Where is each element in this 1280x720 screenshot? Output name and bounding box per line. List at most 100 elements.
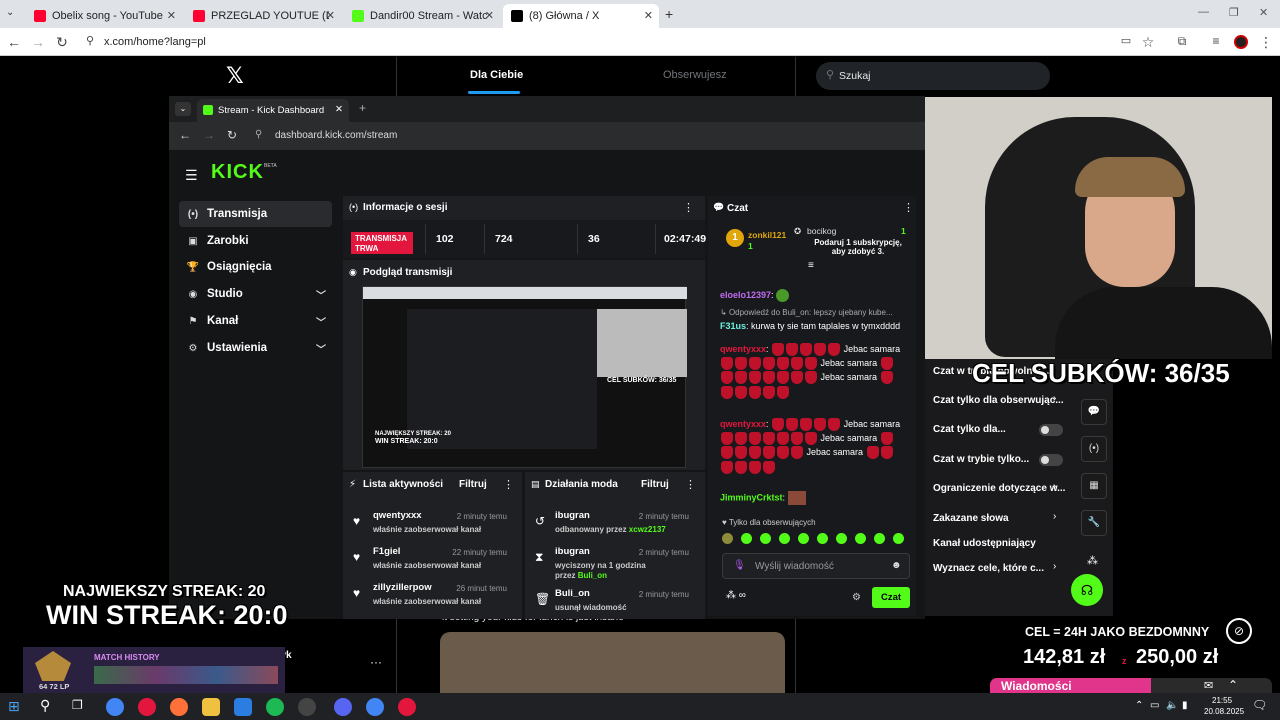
- menu-account-age[interactable]: Ograniczenie dotyczące w...: [933, 483, 1069, 494]
- site-info-icon[interactable]: ⚲: [82, 34, 98, 47]
- top-gifter-name[interactable]: zonkil121: [748, 230, 786, 240]
- cast-icon[interactable]: ▭: [1118, 34, 1134, 47]
- stream-preview-video[interactable]: CEL SUBKÓW: 36/35 NAJWIĘKSZY STREAK: 20 …: [362, 286, 687, 468]
- menu-followers-only[interactable]: Czat tylko dla obserwując...: [933, 395, 1069, 406]
- hamburger-menu-icon[interactable]: ☰: [185, 167, 198, 184]
- emote-bar[interactable]: [722, 531, 908, 547]
- chat-username[interactable]: qwentyxxx: [720, 419, 766, 429]
- filter-button[interactable]: Filtruj: [641, 479, 669, 490]
- inbox-icon[interactable]: ✉: [1204, 679, 1213, 692]
- site-info-icon[interactable]: ⚲: [255, 129, 262, 140]
- chat-message[interactable]: qwentyxxx: Jebac samara Jebac samara Jeb…: [720, 417, 906, 474]
- inner-tab-kick[interactable]: Stream - Kick Dashboard ✕: [197, 99, 349, 122]
- mod-item[interactable]: ↺ ibugran odbanowany przez xcwz2137 2 mi…: [525, 508, 695, 544]
- close-icon[interactable]: ✕: [335, 104, 343, 115]
- chat-reply-context[interactable]: ↳ Odpowiedź do Buli_on: lepszy ujebany k…: [720, 307, 893, 319]
- chat-message[interactable]: JimminyCrktst:: [720, 491, 806, 505]
- outer-tab-kick[interactable]: Dandir00 Stream - Watch Live ✕: [344, 4, 500, 28]
- volume-icon[interactable]: 🔈: [1166, 700, 1178, 711]
- emote-icon[interactable]: [874, 533, 885, 544]
- layout-icon[interactable]: ▦: [1081, 473, 1107, 499]
- chat-username[interactable]: F31us: [720, 321, 746, 331]
- chrome-profile-icon[interactable]: [398, 698, 416, 716]
- mod-by[interactable]: xcwz2137: [629, 525, 666, 534]
- mod-item[interactable]: ⧗ ibugran wyciszony na 1 godzina przez B…: [525, 544, 695, 580]
- clock-time[interactable]: 21:55: [1212, 696, 1232, 705]
- expand-up-icon[interactable]: ⌃: [1228, 678, 1238, 692]
- window-close-icon[interactable]: ✕: [1259, 6, 1268, 19]
- more-options-icon[interactable]: ⋮: [503, 478, 514, 491]
- subscribers-only-toggle[interactable]: [1039, 424, 1063, 436]
- chat-message[interactable]: qwentyxxx: Jebac samara Jebac samara Jeb…: [720, 342, 906, 399]
- mod-item[interactable]: 🗑 Buli_on usunął wiadomość 2 minuty temu: [525, 586, 695, 622]
- search-icon[interactable]: ⚲: [40, 697, 50, 714]
- profile-avatar[interactable]: [1234, 35, 1248, 49]
- menu-banned-words[interactable]: Zakazane słowa: [933, 513, 1069, 524]
- post-image[interactable]: [440, 632, 785, 693]
- nav-kanal[interactable]: ⚑ Kanał ﹀: [179, 308, 332, 334]
- nav-ustawienia[interactable]: ⚙ Ustawienia ﹀: [179, 335, 332, 361]
- chat-message[interactable]: eloelo12397:: [720, 289, 790, 303]
- tab-following[interactable]: Obserwujesz: [663, 69, 727, 81]
- x-logo-icon[interactable]: 𝕏: [226, 63, 244, 89]
- url-field[interactable]: x.com/home?lang=pl: [104, 36, 206, 48]
- activity-item[interactable]: ♥ zillyzillerpow właśnie zaobserwował ka…: [343, 580, 513, 616]
- close-icon[interactable]: ✕: [167, 9, 176, 22]
- windows-start-icon[interactable]: ⊞: [8, 698, 20, 715]
- emote-icon[interactable]: [893, 533, 904, 544]
- chat-username[interactable]: eloelo12397: [720, 290, 771, 300]
- close-icon[interactable]: ✕: [644, 9, 653, 22]
- emote-only-toggle[interactable]: [1039, 454, 1063, 466]
- broadcast-icon[interactable]: (•): [1081, 436, 1107, 462]
- chat-bubble-icon[interactable]: 💬: [1081, 399, 1107, 425]
- chrome-icon[interactable]: [366, 698, 384, 716]
- chat-input[interactable]: 🎙 Wyślij wiadomość ☻: [722, 553, 910, 579]
- emote-icon[interactable]: [741, 533, 752, 544]
- file-explorer-icon[interactable]: [202, 698, 220, 716]
- task-view-icon[interactable]: ❐: [72, 698, 83, 712]
- new-tab-button[interactable]: +: [359, 101, 366, 115]
- emote-icon[interactable]: [836, 533, 847, 544]
- gear-icon[interactable]: ⚙: [852, 592, 861, 603]
- bookmark-star-icon[interactable]: ☆: [1140, 34, 1156, 51]
- kick-logo[interactable]: KICK: [211, 161, 264, 184]
- nav-zarobki[interactable]: ▣ Zarobki: [179, 228, 332, 254]
- firefox-icon[interactable]: [170, 698, 188, 716]
- menu-dots-icon[interactable]: ⋮: [1258, 34, 1274, 51]
- nav-studio[interactable]: ◉ Studio ﹀: [179, 281, 332, 307]
- chrome-icon[interactable]: [106, 698, 124, 716]
- reload-icon[interactable]: ↻: [227, 128, 237, 142]
- forward-icon[interactable]: →: [30, 34, 46, 50]
- chat-username[interactable]: qwentyxxx: [720, 344, 766, 354]
- tab-list-chevron-icon[interactable]: ⌄: [175, 102, 191, 116]
- forward-icon[interactable]: →: [203, 128, 215, 142]
- emote-icon[interactable]: [760, 533, 771, 544]
- filter-lines-icon[interactable]: ≡: [808, 260, 814, 271]
- more-options-icon[interactable]: ⋮: [685, 478, 696, 491]
- store-icon[interactable]: [234, 698, 252, 716]
- points-icon[interactable]: ⁂ ∞: [726, 590, 746, 601]
- back-icon[interactable]: ←: [179, 128, 191, 142]
- chat-send-button[interactable]: Czat: [872, 587, 910, 608]
- chat-username[interactable]: JimminyCrktst: [720, 492, 783, 502]
- network-icon[interactable]: ▭: [1150, 700, 1159, 711]
- outer-tab-youtube-2[interactable]: PRZEGLAD YOUTUE (DAMSKA ✕: [185, 4, 341, 28]
- microphone-icon[interactable]: 🎙: [733, 560, 746, 571]
- maximize-icon[interactable]: ❐: [1229, 6, 1239, 19]
- tray-chevron-icon[interactable]: ⌃: [1135, 700, 1143, 711]
- nav-osiagniecia[interactable]: 🏆 Osiągnięcia: [179, 254, 332, 280]
- no-camera-icon[interactable]: ⊘: [1226, 618, 1252, 644]
- nav-transmisja[interactable]: (•) Transmisja: [179, 201, 332, 227]
- tab-for-you[interactable]: Dla Ciebie: [470, 69, 523, 81]
- back-icon[interactable]: ←: [6, 34, 22, 50]
- url-field[interactable]: dashboard.kick.com/stream: [275, 130, 397, 141]
- new-tab-button[interactable]: +: [665, 6, 673, 22]
- obs-icon[interactable]: [298, 698, 316, 716]
- emote-icon[interactable]: [817, 533, 828, 544]
- notifications-icon[interactable]: 🗨: [1252, 698, 1267, 712]
- menu-channel-sharing[interactable]: Kanał udostępniający: [933, 538, 1069, 549]
- media-icon[interactable]: ≡: [1208, 34, 1224, 48]
- minimize-icon[interactable]: —: [1198, 6, 1209, 18]
- support-headset-icon[interactable]: ☊: [1071, 574, 1103, 606]
- discord-icon[interactable]: [334, 698, 352, 716]
